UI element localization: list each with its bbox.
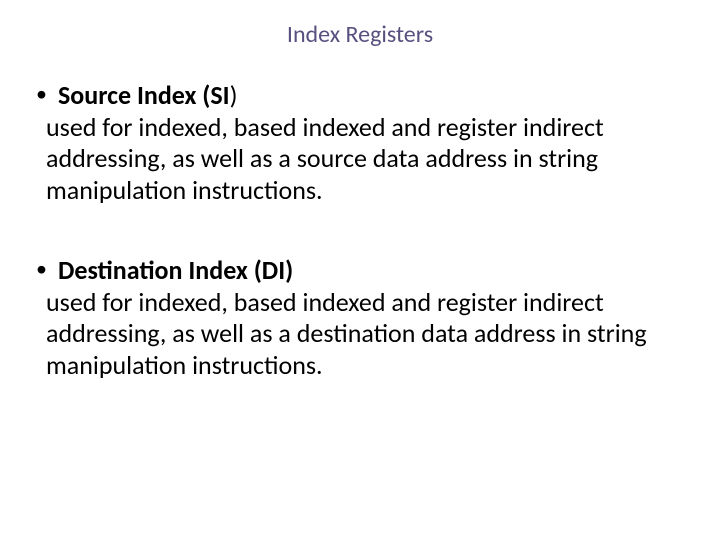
item-description: used for indexed, based indexed and regi… bbox=[46, 112, 684, 207]
bullet-icon: • bbox=[36, 255, 58, 284]
list-item: • Source Index (SI) used for indexed, ba… bbox=[36, 80, 684, 207]
item-label-wrap: Destination Index (DI) bbox=[58, 255, 293, 287]
item-label-wrap: Source Index (SI) bbox=[58, 80, 238, 112]
list-item: • Destination Index (DI) used for indexe… bbox=[36, 255, 684, 382]
bullet-icon: • bbox=[36, 80, 58, 109]
bullet-line: • Source Index (SI) bbox=[36, 80, 684, 112]
item-label-close: ) bbox=[230, 79, 238, 111]
item-description: used for indexed, based indexed and regi… bbox=[46, 287, 684, 382]
slide: Index Registers • Source Index (SI) used… bbox=[0, 0, 720, 540]
item-label: Source Index (SI bbox=[58, 79, 230, 111]
item-label: Destination Index (DI) bbox=[58, 254, 293, 286]
bullet-line: • Destination Index (DI) bbox=[36, 255, 684, 287]
slide-body: • Source Index (SI) used for indexed, ba… bbox=[36, 80, 684, 430]
slide-title: Index Registers bbox=[0, 20, 720, 49]
